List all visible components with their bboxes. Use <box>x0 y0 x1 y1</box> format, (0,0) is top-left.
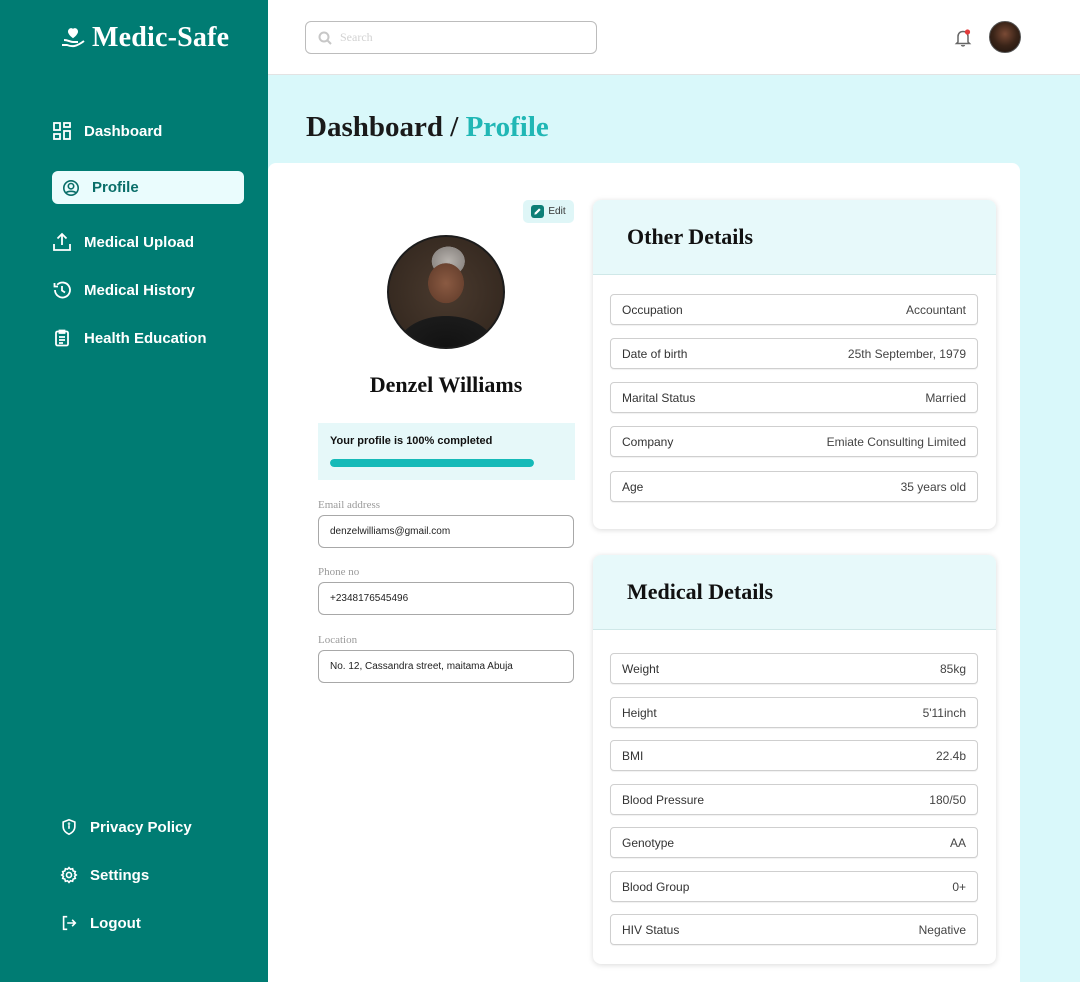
location-field[interactable] <box>318 650 574 683</box>
phone-label: Phone no <box>318 566 360 578</box>
detail-value: 5'11inch <box>922 705 966 720</box>
email-label: Email address <box>318 499 381 511</box>
other-details-title: Other Details <box>593 200 996 275</box>
detail-value: AA <box>949 835 966 850</box>
search-icon <box>318 31 332 45</box>
sidebar-item-medical-upload[interactable]: Medical Upload <box>52 232 194 252</box>
medical-row-blood-pressure: Blood Pressure 180/50 <box>610 784 978 815</box>
medical-row-weight: Weight 85kg <box>610 653 978 684</box>
detail-label: Height <box>622 705 657 720</box>
breadcrumb-current: Profile <box>465 111 549 143</box>
sidebar-item-dashboard[interactable]: Dashboard <box>52 121 162 141</box>
app-logo[interactable]: Medic-Safe <box>60 22 229 54</box>
sidebar-item-profile[interactable]: Profile <box>52 171 244 204</box>
detail-label: BMI <box>622 748 644 763</box>
sidebar-item-logout[interactable]: Logout <box>60 914 141 932</box>
phone-field[interactable] <box>318 582 574 615</box>
medical-row-genotype: Genotype AA <box>610 827 978 858</box>
sidebar-item-label: Privacy Policy <box>90 818 192 836</box>
edit-profile-button[interactable]: Edit <box>523 200 574 223</box>
medical-row-height: Height 5'11inch <box>610 697 978 728</box>
detail-row-age: Age 35 years old <box>610 471 978 502</box>
sidebar-item-label: Dashboard <box>84 122 163 140</box>
notification-bell[interactable] <box>954 28 972 48</box>
medical-row-hiv-status: HIV Status Negative <box>610 914 978 945</box>
completion-text: Your profile is 100% completed <box>330 435 493 447</box>
medical-row-blood-group: Blood Group 0+ <box>610 871 978 902</box>
sidebar-item-label: Settings <box>90 866 150 884</box>
location-label: Location <box>318 634 358 646</box>
sidebar-item-label: Logout <box>90 914 141 932</box>
detail-label: Blood Group <box>622 879 690 894</box>
profile-completion: Your profile is 100% completed <box>318 423 575 480</box>
detail-label: Blood Pressure <box>622 792 705 807</box>
detail-value: 22.4b <box>935 748 966 763</box>
detail-value: 25th September, 1979 <box>847 346 966 361</box>
detail-label: Age <box>622 479 644 494</box>
detail-label: Date of birth <box>622 346 688 361</box>
search-box[interactable] <box>305 21 597 54</box>
detail-value: Negative <box>918 922 966 937</box>
detail-label: Company <box>622 434 674 449</box>
app-name: Medic-Safe <box>92 22 230 53</box>
dashboard-icon <box>53 122 71 140</box>
sidebar-item-label: Profile <box>92 179 139 196</box>
detail-row-date-of-birth: Date of birth 25th September, 1979 <box>610 338 978 369</box>
shield-icon <box>62 818 76 836</box>
breadcrumb-root[interactable]: Dashboard <box>306 111 443 143</box>
sidebar-item-health-education[interactable]: Health Education <box>52 328 207 348</box>
detail-value: 0+ <box>952 879 966 894</box>
medical-details-panel: Medical Details Weight 85kg Height 5'11inc… <box>593 555 996 964</box>
hand-heart-icon <box>62 28 85 48</box>
profile-photo <box>387 235 505 349</box>
detail-label: Marital Status <box>622 390 696 405</box>
detail-row-marital-status: Marital Status Married <box>610 382 978 413</box>
detail-value: 85kg <box>939 661 966 676</box>
edit-label: Edit <box>548 206 566 217</box>
upload-icon <box>53 232 71 251</box>
user-avatar[interactable] <box>989 21 1021 53</box>
sidebar-item-medical-history[interactable]: Medical History <box>52 280 195 300</box>
profile-name: Denzel Williams <box>369 372 523 397</box>
sidebar-item-label: Health Education <box>84 329 207 347</box>
detail-value: 180/50 <box>929 792 966 807</box>
sidebar-item-settings[interactable]: Settings <box>60 866 149 884</box>
gear-icon <box>60 866 78 884</box>
email-field[interactable] <box>318 515 574 548</box>
sidebar-item-privacy-policy[interactable]: Privacy Policy <box>60 818 192 836</box>
sidebar-item-label: Medical Upload <box>84 233 195 251</box>
detail-label: Weight <box>622 661 660 676</box>
logout-icon <box>62 915 77 931</box>
detail-row-occupation: Occupation Accountant <box>610 294 978 325</box>
detail-label: Occupation <box>622 302 683 317</box>
other-details-panel: Other Details Occupation Accountant Date … <box>593 200 996 529</box>
sidebar: Medic-Safe Dashboard Profile Medical Upl… <box>0 0 268 982</box>
medical-details-title: Medical Details <box>593 555 996 630</box>
completion-progress-bar <box>330 459 534 467</box>
detail-label: HIV Status <box>622 922 680 937</box>
detail-label: Genotype <box>622 835 675 850</box>
breadcrumb-separator: / <box>443 111 466 143</box>
completion-progress-fill <box>330 459 534 467</box>
detail-value: Married <box>925 390 966 405</box>
sidebar-item-label: Medical History <box>84 281 195 299</box>
detail-value: Emiate Consulting Limited <box>826 434 966 449</box>
detail-row-company: Company Emiate Consulting Limited <box>610 426 978 457</box>
bell-icon <box>954 29 972 47</box>
search-input[interactable] <box>340 30 580 45</box>
detail-value: Accountant <box>905 302 966 317</box>
medical-row-bmi: BMI 22.4b <box>610 740 978 771</box>
clipboard-icon <box>55 329 69 347</box>
breadcrumb: Dashboard / Profile <box>306 111 549 144</box>
user-circle-icon <box>62 179 80 196</box>
pencil-icon <box>531 205 545 218</box>
top-bar <box>268 0 1080 75</box>
detail-value: 35 years old <box>900 479 966 494</box>
history-icon <box>53 281 71 299</box>
